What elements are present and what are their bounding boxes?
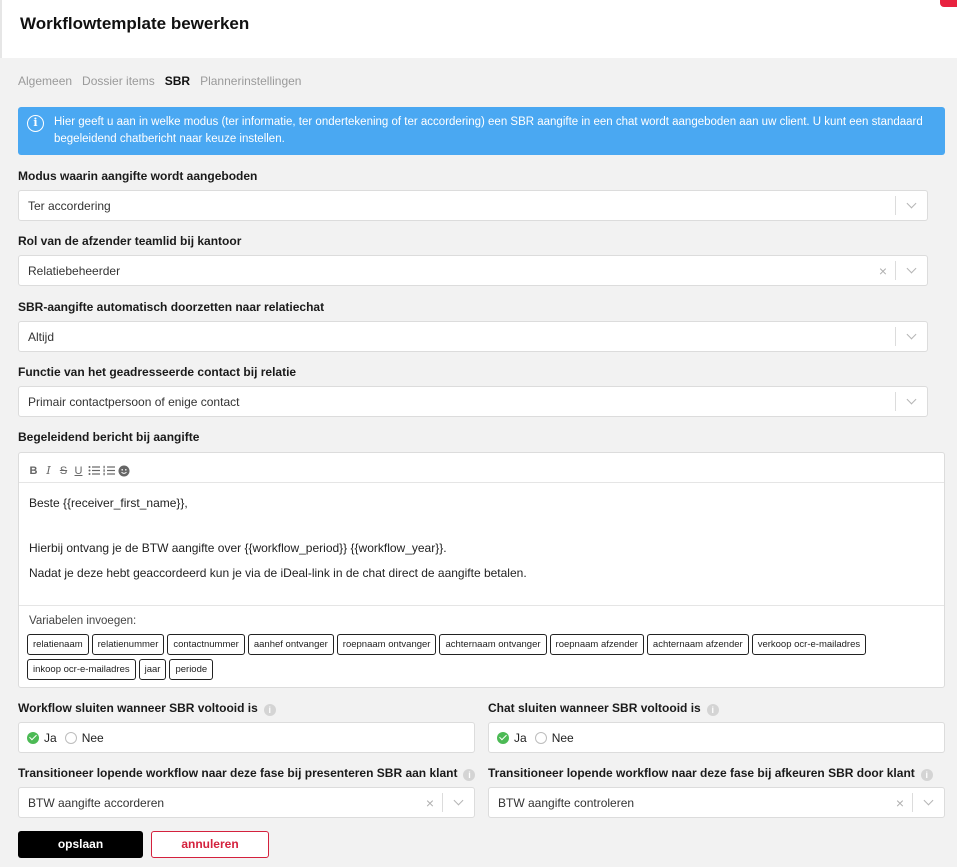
variables-label: Variabelen invoegen: [29,615,137,627]
variable-chip-achternaam-afzender[interactable]: achternaam afzender [646,634,749,655]
variable-chip-roepnaam-afzender[interactable]: roepnaam afzender [549,634,644,655]
edit-workflow-template-panel: Workflowtemplate bewerken Algemeen Dossi… [0,0,957,867]
transitie-afkeuren-label-row: Transitioneer lopende workflow naar deze… [488,766,933,781]
workflow-sluiten-label: Workflow sluiten wanneer SBR voltooid is [18,701,258,715]
numbered-list-icon[interactable] [103,465,115,476]
variable-chip-verkoop-ocr[interactable]: verkoop ocr-e-mailadres [751,634,867,655]
workflow-sluiten-radio-group: Ja Nee [18,722,475,753]
radio-label: Ja [44,730,57,745]
transitie-afkeuren-label: Transitioneer lopende workflow naar deze… [488,766,915,780]
doorzetten-value: Altijd [28,330,55,344]
radio-circle-icon [534,731,547,744]
italic-icon[interactable]: I [43,464,54,477]
chevron-down-icon[interactable] [895,392,927,411]
radio-circle-icon [64,731,77,744]
underline-icon[interactable]: U [73,465,84,477]
chat-sluiten-label-row: Chat sluiten wanneer SBR voltooid is i [488,701,719,716]
modus-value: Ter accordering [28,199,111,213]
title-bar: Workflowtemplate bewerken [0,0,957,58]
transitie-presenteren-select[interactable]: BTW aangifte accorderen × [18,787,475,818]
tab-dossier-items[interactable]: Dossier items [82,74,155,88]
message-line: Beste {{receiver_first_name}}, [29,496,188,510]
rol-value: Relatiebeheerder [28,264,121,278]
help-icon[interactable]: i [463,769,476,781]
info-icon: i [27,115,44,132]
clear-icon[interactable]: × [896,794,904,812]
functie-select[interactable]: Primair contactpersoon of enige contact [18,386,928,417]
variable-chip-aanhef-ontvanger[interactable]: aanhef ontvanger [247,634,334,655]
chevron-down-icon[interactable] [895,327,927,346]
doorzetten-select[interactable]: Altijd [18,321,928,352]
rol-label: Rol van de afzender teamlid bij kantoor [18,234,242,248]
save-button[interactable]: opslaan [18,831,143,858]
functie-label: Functie van het geadresseerde contact bi… [18,365,297,379]
radio-label: Nee [81,730,104,745]
info-banner: i Hier geeft u aan in welke modus (ter i… [18,107,945,155]
transitie-presenteren-label-row: Transitioneer lopende workflow naar deze… [18,766,476,781]
help-icon[interactable]: i [706,704,719,716]
variable-chip-periode[interactable]: periode [169,659,214,680]
checkmark-icon [497,731,509,744]
transitie-presenteren-value: BTW aangifte accorderen [28,796,165,810]
help-icon[interactable]: i [920,769,933,781]
variable-chip-achternaam-ontvanger[interactable]: achternaam ontvanger [439,634,547,655]
message-editor[interactable]: B I S U Beste {{receiver_first_name}}, H… [18,452,945,688]
workflow-sluiten-nee-radio[interactable]: Nee [64,730,104,745]
transitie-afkeuren-value: BTW aangifte controleren [498,796,635,810]
tab-sbr[interactable]: SBR [165,74,190,88]
transitie-presenteren-label: Transitioneer lopende workflow naar deze… [18,766,458,780]
chat-sluiten-label: Chat sluiten wanneer SBR voltooid is [488,701,701,715]
tab-bar: Algemeen Dossier items SBR Plannerinstel… [18,74,301,88]
modus-select[interactable]: Ter accordering [18,190,928,221]
editor-toolbar: B I S U [19,453,944,483]
variable-chip-jaar[interactable]: jaar [138,659,167,680]
radio-label: Nee [551,730,574,745]
variable-chip-inkoop-ocr[interactable]: inkoop ocr-e-mailadres [27,659,136,680]
functie-value: Primair contactpersoon of enige contact [28,395,240,409]
checkmark-icon [27,731,39,744]
transitie-afkeuren-select[interactable]: BTW aangifte controleren × [488,787,945,818]
help-icon[interactable]: i [263,704,276,716]
modus-label: Modus waarin aangifte wordt aangeboden [18,169,258,183]
bullet-list-icon[interactable] [88,465,100,476]
tab-plannerinstellingen[interactable]: Plannerinstellingen [200,74,301,88]
radio-label: Ja [514,730,527,745]
chevron-down-icon[interactable] [442,793,474,812]
strikethrough-icon[interactable]: S [58,465,69,477]
chat-sluiten-ja-radio[interactable]: Ja [497,731,527,745]
chevron-down-icon[interactable] [912,793,944,812]
workflow-sluiten-label-row: Workflow sluiten wanneer SBR voltooid is… [18,701,276,716]
chevron-down-icon[interactable] [895,196,927,215]
variable-chip-relatienummer[interactable]: relatienummer [91,634,165,655]
divider [19,605,944,606]
variable-chip-contactnummer[interactable]: contactnummer [167,634,245,655]
message-line: Hierbij ontvang je de BTW aangifte over … [29,541,447,555]
cancel-button[interactable]: annuleren [151,831,269,858]
clear-icon[interactable]: × [879,262,887,280]
clear-icon[interactable]: × [426,794,434,812]
page-title: Workflowtemplate bewerken [20,14,250,33]
info-text: Hier geeft u aan in welke modus (ter inf… [54,116,923,145]
chevron-down-icon[interactable] [895,261,927,280]
doorzetten-label: SBR-aangifte automatisch doorzetten naar… [18,300,325,314]
tab-algemeen[interactable]: Algemeen [18,74,72,88]
variable-chip-relatienaam[interactable]: relatienaam [27,634,89,655]
chat-sluiten-nee-radio[interactable]: Nee [534,730,574,745]
bold-icon[interactable]: B [28,465,39,477]
workflow-sluiten-ja-radio[interactable]: Ja [27,731,57,745]
variable-chips: relatienaam relatienummer contactnummer … [27,634,937,680]
message-body[interactable]: Beste {{receiver_first_name}}, Hierbij o… [29,496,527,581]
editor-label: Begeleidend bericht bij aangifte [18,430,200,444]
emoji-icon[interactable] [118,465,130,477]
chat-sluiten-radio-group: Ja Nee [488,722,945,753]
rol-select[interactable]: Relatiebeheerder × [18,255,928,286]
corner-accent [940,0,957,7]
message-line: Nadat je deze hebt geaccordeerd kun je v… [29,566,527,580]
variable-chip-roepnaam-ontvanger[interactable]: roepnaam ontvanger [336,634,437,655]
